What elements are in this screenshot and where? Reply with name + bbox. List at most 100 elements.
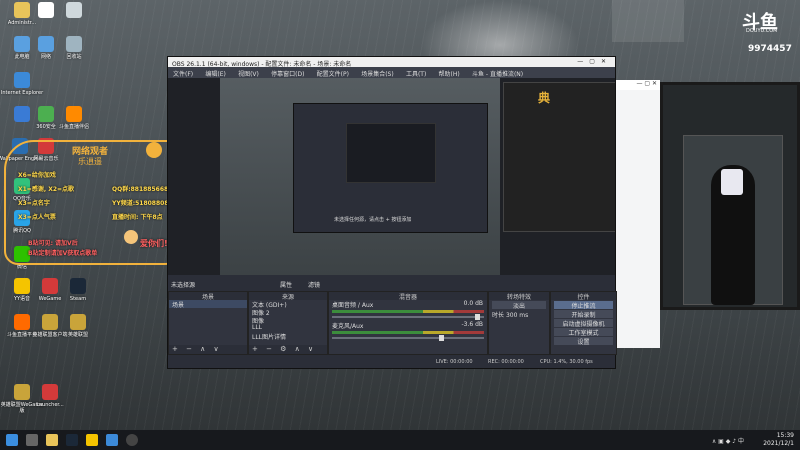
- source-item[interactable]: 文本 (GDI+): [249, 300, 327, 309]
- cpu-usage: CPU: 1.4%, 30.00 fps: [540, 359, 593, 365]
- overlay-red-line: B站定制请加V获取点歌单: [28, 250, 98, 257]
- desktop-icon-label: Launcher...: [36, 402, 64, 408]
- volume-knob[interactable]: [439, 335, 444, 341]
- source-item[interactable]: LLL图片详情: [249, 332, 327, 341]
- source-toolbar: 未选择源 属性 滤镜: [168, 279, 615, 289]
- start-icon[interactable]: [6, 434, 18, 446]
- sources-panel: 来源 文本 (GDI+) 图像 2 图像 LLL LLL图片详情 + − ⚙ ∧…: [248, 291, 328, 355]
- properties-button[interactable]: 属性: [280, 280, 292, 289]
- overlay-line: X6=给你加戏: [18, 172, 56, 179]
- search-icon[interactable]: [26, 434, 38, 446]
- obs-statusbar: LIVE: 00:00:00 REC: 00:00:00 CPU: 1.4%, …: [168, 355, 615, 368]
- overlay-note-subtitle: 乐逍遥: [78, 157, 102, 166]
- source-item[interactable]: LLL: [249, 324, 327, 332]
- window-controls[interactable]: —▢✕: [577, 58, 612, 65]
- preview-nested-obs-2: [346, 123, 436, 183]
- file-explorer-icon[interactable]: [46, 434, 58, 446]
- settings-button[interactable]: 设置: [554, 337, 613, 346]
- source-item[interactable]: 图像 2: [249, 308, 327, 317]
- duration-input[interactable]: 300 ms: [506, 312, 528, 319]
- preview-right-window: 典: [503, 82, 615, 232]
- app-icon: [70, 314, 86, 330]
- scenes-panel: 场景 场景 + − ∧ ∨: [168, 291, 248, 355]
- filters-button[interactable]: 滤镜: [308, 280, 320, 289]
- steam-icon[interactable]: [66, 434, 78, 446]
- obs-titlebar[interactable]: OBS 26.1.1 (64-bit, windows) - 配置文件: 未命名…: [168, 57, 615, 68]
- clock-time: 15:39: [776, 432, 794, 439]
- right-browser-window[interactable]: [616, 80, 660, 348]
- overlay-line: X3=点人气票: [18, 214, 56, 221]
- duration-row: 时长 300 ms: [492, 312, 529, 319]
- scenes-title: 场景: [169, 292, 247, 301]
- sources-toolbar[interactable]: + − ⚙ ∧ ∨: [249, 345, 327, 354]
- desktop-icon[interactable]: 英雄联盟: [56, 314, 100, 338]
- desktop-icon-label: 英雄联盟: [67, 332, 88, 338]
- source-item[interactable]: 图像: [249, 316, 327, 325]
- preview-right-text: 典: [538, 91, 551, 105]
- desktop-icon[interactable]: Steam: [56, 278, 100, 302]
- room-id: 9974457: [748, 44, 792, 54]
- app-icon: [14, 72, 30, 88]
- overlay-red-line: B站可见: 请加V后: [28, 240, 78, 247]
- app-icon: [70, 278, 86, 294]
- rec-time: REC: 00:00:00: [488, 359, 524, 365]
- transition-select[interactable]: 淡出: [492, 301, 546, 310]
- clock[interactable]: 15:39 2021/12/1: [763, 432, 794, 448]
- desktop-icon-label: 回收站: [66, 54, 82, 60]
- webcam-feed: [660, 82, 800, 310]
- live-time: LIVE: 00:00:00: [436, 359, 473, 365]
- smile-icon: [124, 230, 138, 244]
- stop-streaming-button[interactable]: 停止推流: [554, 301, 613, 310]
- scenes-toolbar[interactable]: + − ∧ ∨: [169, 345, 247, 354]
- obs-menubar: 文件(F) 编辑(E) 视图(V) 停靠窗口(D) 配置文件(P) 场景集合(S…: [168, 67, 615, 78]
- volume-slider[interactable]: [332, 314, 484, 320]
- app-icon: [66, 36, 82, 52]
- mixer-panel: 混音器 桌面音频 / Aux 0.0 dB 麦克风/Aux -3.6 dB: [328, 291, 488, 355]
- virtual-camera-button[interactable]: 启动虚拟摄像机: [554, 319, 613, 328]
- desktop-icon-label: Internet Explorer: [0, 90, 44, 96]
- app-icon[interactable]: [86, 434, 98, 446]
- app-icon: [66, 106, 82, 122]
- mixer-channel-name: 桌面音频 / Aux 0.0 dB: [332, 300, 483, 309]
- browser-icon[interactable]: [106, 434, 118, 446]
- douyu-subtitle: DOUYU.COM: [746, 28, 778, 34]
- app-icon: [66, 2, 82, 18]
- obs-preview[interactable]: 典 未选择任何源，请点击 + 按钮添加: [168, 78, 615, 275]
- obs-icon[interactable]: [126, 434, 138, 446]
- scene-item[interactable]: 场景: [169, 300, 247, 309]
- overlay-right-line: QQ群:8818856687: [112, 186, 173, 193]
- controls-title: 控件: [551, 292, 616, 301]
- overlay-line: X3=点名字: [18, 200, 50, 207]
- desktop-icon-label: Administr...: [7, 20, 37, 26]
- obs-window[interactable]: OBS 26.1.1 (64-bit, windows) - 配置文件: 未命名…: [167, 56, 617, 369]
- mixer-title: 混音器: [329, 292, 487, 301]
- transitions-title: 转场特效: [489, 292, 549, 301]
- audio-meter: [332, 310, 484, 313]
- tray-icons[interactable]: ∧ ▣ ◆ ♪ 中: [712, 436, 744, 445]
- preview-hint: 未选择任何源，请点击 + 按钮添加: [334, 217, 412, 223]
- sun-icon: [146, 142, 162, 158]
- top-preview-thumbnail: [612, 0, 684, 42]
- controls-panel: 控件 停止推流 开始录制 启动虚拟摄像机 工作室模式 设置: [550, 291, 617, 355]
- sources-title: 来源: [249, 292, 327, 301]
- desktop-icon[interactable]: 斗鱼直播伴侣: [52, 106, 96, 130]
- desktop-icon-label: Steam: [69, 296, 87, 302]
- studio-mode-button[interactable]: 工作室模式: [554, 328, 613, 337]
- right-window-controls[interactable]: — ▢ ✕: [616, 80, 660, 90]
- desktop-icon[interactable]: Internet Explorer: [0, 72, 44, 96]
- start-recording-button[interactable]: 开始录制: [554, 310, 613, 319]
- volume-slider[interactable]: [332, 335, 484, 341]
- audio-meter: [332, 331, 484, 334]
- desktop-icon[interactable]: [52, 2, 96, 20]
- app-icon: [42, 384, 58, 400]
- desktop-icon[interactable]: 回收站: [52, 36, 96, 60]
- obs-docks: 场景 场景 + − ∧ ∨ 来源 文本 (GDI+) 图像 2 图像 LLL L…: [168, 291, 617, 355]
- desktop-icon[interactable]: Launcher...: [28, 384, 72, 408]
- volume-knob[interactable]: [475, 314, 480, 320]
- desktop-icon-label: 斗鱼直播伴侣: [58, 124, 89, 130]
- face-cover-icon: [721, 169, 743, 195]
- transitions-panel: 转场特效 淡出 时长 300 ms: [488, 291, 550, 355]
- clock-date: 2021/12/1: [763, 440, 794, 447]
- mixer-channel-name: 麦克风/Aux -3.6 dB: [332, 321, 483, 330]
- no-source-label: 未选择源: [171, 282, 196, 289]
